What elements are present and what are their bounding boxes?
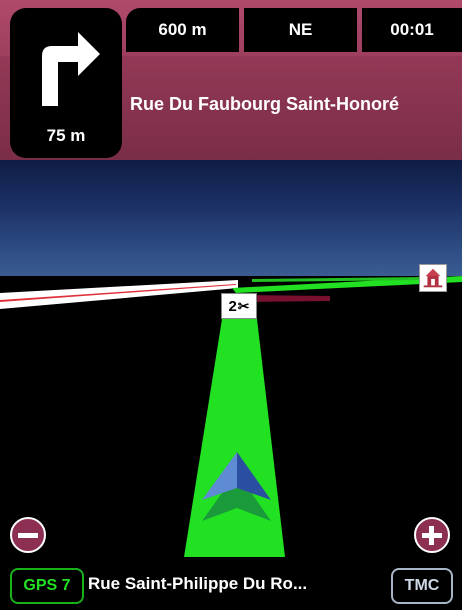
zoom-in-button[interactable] — [414, 517, 450, 553]
tmc-button[interactable]: TMC — [391, 568, 453, 604]
heading-indicator[interactable]: NE — [244, 8, 357, 52]
building-poi-icon[interactable] — [419, 264, 447, 292]
instruction-banner: 75 m 600 m NE 00:01 Rue Du Faubourg Sain… — [0, 0, 462, 160]
plus-icon-vertical — [429, 526, 434, 545]
gps-status-badge[interactable]: GPS 7 — [10, 568, 84, 604]
minus-icon — [18, 533, 38, 538]
current-street-name: Rue Saint-Philippe Du Ro... — [88, 574, 308, 593]
next-turn-panel[interactable]: 75 m — [10, 8, 122, 158]
turn-distance: 75 m — [46, 126, 86, 145]
maneuver-number: 2 — [228, 297, 237, 315]
distance-to-destination[interactable]: 600 m — [126, 8, 239, 52]
zoom-out-button[interactable] — [10, 517, 46, 553]
next-street-name: Rue Du Faubourg Saint-Honoré — [130, 94, 399, 114]
maneuver-marker[interactable]: 2 ✂ — [221, 293, 257, 319]
time-remaining[interactable]: 00:01 — [362, 8, 462, 52]
scissors-icon: ✂ — [237, 297, 250, 314]
navigation-screen: 75 m 600 m NE 00:01 Rue Du Faubourg Sain… — [0, 0, 462, 610]
turn-right-arrow-icon — [42, 32, 100, 106]
